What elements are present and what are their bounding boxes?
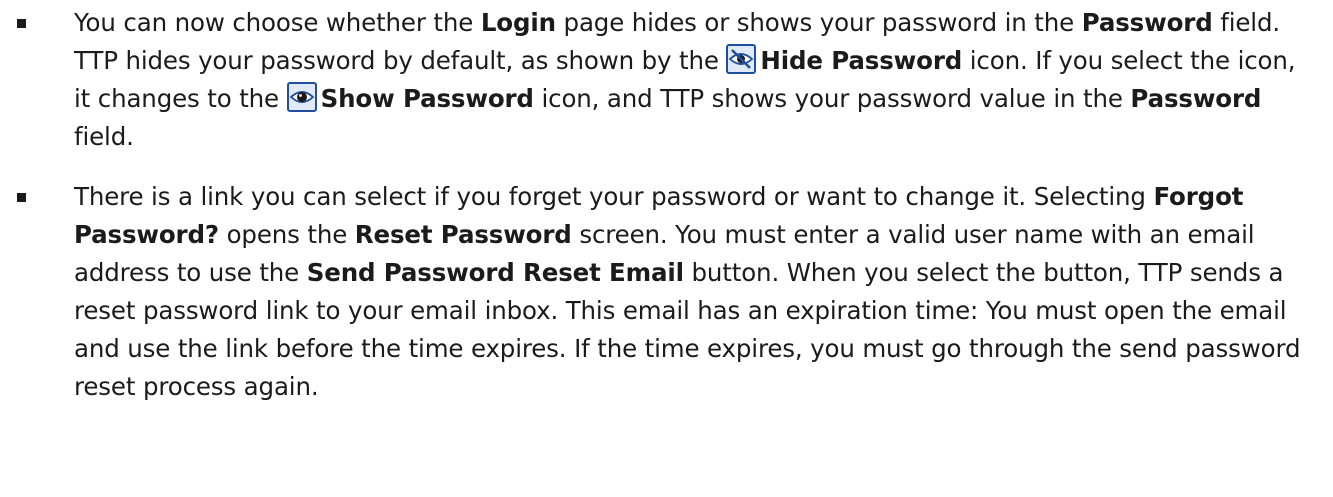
bullet-item-password-visibility: You can now choose whether the Login pag… — [0, 4, 1314, 156]
text-segment: field. — [74, 122, 134, 151]
bold-term-password: Password — [1130, 84, 1262, 113]
bullet-square-icon — [17, 19, 26, 28]
bold-term-password: Password — [1081, 8, 1213, 37]
text-segment: There is a link you can select if you fo… — [74, 182, 1154, 211]
bold-term-reset-password: Reset Password — [354, 220, 572, 249]
bold-term-send-password-reset-email: Send Password Reset Email — [306, 258, 684, 287]
bold-term-show-password: Show Password — [320, 84, 534, 113]
eye-icon — [286, 82, 317, 112]
bullet-list: You can now choose whether the Login pag… — [0, 0, 1333, 406]
text-segment: page hides or shows your password in the — [555, 8, 1082, 37]
text-segment: icon, and TTP shows your password value … — [533, 84, 1131, 113]
text-segment: opens the — [218, 220, 355, 249]
bullet-item-forgot-password: There is a link you can select if you fo… — [0, 178, 1314, 406]
bold-term-hide-password: Hide Password — [760, 46, 963, 75]
bullet-square-icon — [17, 193, 26, 202]
text-segment: You can now choose whether the — [74, 8, 481, 37]
eye-slash-icon — [726, 44, 757, 74]
bold-term-login: Login — [480, 8, 556, 37]
